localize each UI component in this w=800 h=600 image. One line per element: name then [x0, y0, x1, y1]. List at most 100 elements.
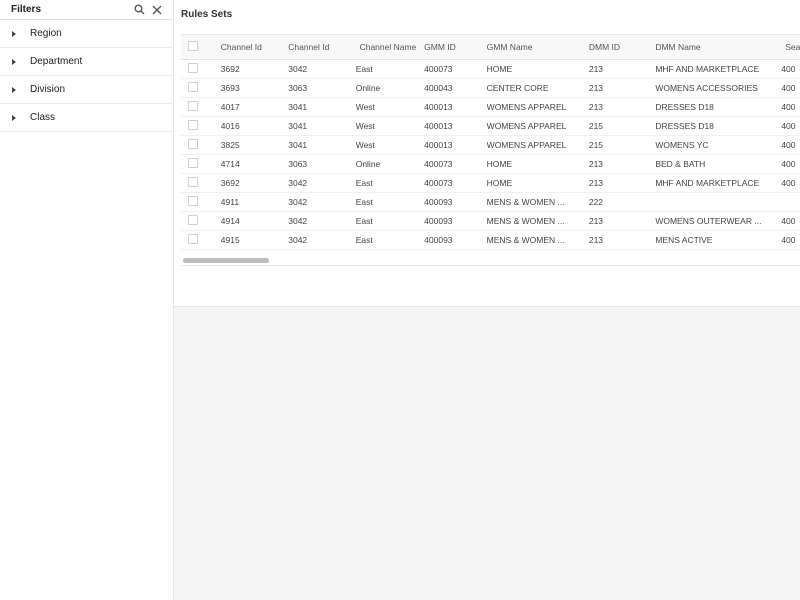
cell-gmm-name: HOME: [486, 159, 513, 169]
cell-channel-id-2: 3063: [288, 83, 308, 93]
cell-gmm-name: MENS & WOMEN ...: [486, 235, 565, 245]
cell-channel-name: West: [355, 102, 375, 112]
main-area: Rules Sets Channel Id Channel Id Channel…: [174, 0, 800, 600]
row-select-cell: [181, 63, 221, 75]
cell-channel-name: East: [355, 64, 373, 74]
cell-gmm-name: WOMENS APPAREL: [486, 102, 567, 112]
cell-gmm-name: MENS & WOMEN ...: [486, 216, 565, 226]
row-select-cell: [181, 158, 221, 170]
cell-season-budget: 400: [781, 102, 796, 112]
cell-channel-id-2: 3063: [288, 159, 308, 169]
col-header-channel-id[interactable]: Channel Id: [221, 42, 288, 52]
select-all-checkbox[interactable]: [188, 41, 198, 51]
cell-season-budget: 400: [781, 140, 796, 150]
table-row[interactable]: 3692 3042 East 400073 HOME 213 MHF AND MARKETP…: [181, 60, 800, 79]
cell-dmm-id: 213: [588, 178, 604, 188]
row-checkbox[interactable]: [188, 82, 198, 92]
cell-gmm-id: 400013: [424, 140, 453, 150]
cell-dmm-id: 213: [588, 83, 604, 93]
filter-label: Region: [30, 28, 62, 39]
cell-channel-id: 4016: [220, 121, 240, 131]
row-checkbox[interactable]: [188, 234, 198, 244]
cell-channel-id-2: 3042: [288, 64, 308, 74]
cell-channel-id: 4915: [220, 235, 240, 245]
cell-channel-id-2: 3042: [288, 178, 308, 188]
col-header-dmm-id[interactable]: DMM ID: [589, 42, 655, 52]
cell-channel-id: 3825: [220, 140, 240, 150]
table-row[interactable]: 4016 3041 West 400013 WOMENS APPAREL 215 DRESS…: [181, 117, 800, 136]
table-row[interactable]: 3693 3063 Online 400043 CENTER CORE 213 WOMENS…: [181, 79, 800, 98]
cell-season-budget: 400: [781, 83, 796, 93]
cell-dmm-name: MENS ACTIVE: [655, 235, 713, 245]
table-row[interactable]: 4915 3042 East 400093 MENS & WOMEN ... 213 MEN…: [181, 231, 800, 250]
cell-dmm-id: 215: [588, 121, 604, 131]
col-header-gmm-name[interactable]: GMM Name: [487, 42, 589, 52]
cell-channel-id: 4911: [220, 197, 240, 207]
cell-channel-id-2: 3042: [288, 197, 308, 207]
filters-title: Filters: [11, 4, 42, 15]
col-header-dmm-name[interactable]: DMM Name: [655, 42, 781, 52]
filter-item-division[interactable]: Division: [0, 76, 173, 104]
row-select-cell: [181, 82, 221, 94]
search-icon[interactable]: [133, 4, 145, 16]
row-checkbox[interactable]: [188, 120, 198, 130]
row-checkbox[interactable]: [188, 101, 198, 111]
row-checkbox[interactable]: [188, 196, 198, 206]
cell-gmm-id: 400013: [424, 121, 453, 131]
col-header-season-budget[interactable]: Sea Bu: [781, 43, 800, 51]
col-header-channel-id-2[interactable]: Channel Id: [288, 42, 355, 52]
cell-gmm-name: MENS & WOMEN ...: [486, 197, 565, 207]
filter-label: Division: [30, 84, 66, 95]
cell-channel-id: 3692: [220, 178, 240, 188]
cell-channel-id-2: 3041: [288, 102, 308, 112]
filter-item-region[interactable]: Region: [0, 20, 173, 48]
table-row[interactable]: 3692 3042 East 400073 HOME 213 MHF AND MARKETP…: [181, 174, 800, 193]
cell-channel-name: West: [355, 121, 375, 131]
select-all-cell: [181, 41, 221, 53]
table-row[interactable]: 4714 3063 Online 400073 HOME 213 BED & BATH 400: [181, 155, 800, 174]
row-checkbox[interactable]: [188, 158, 198, 168]
filter-item-class[interactable]: Class: [0, 104, 173, 132]
cell-channel-name: Online: [355, 159, 381, 169]
filter-item-department[interactable]: Department: [0, 48, 173, 76]
row-select-cell: [181, 215, 221, 227]
cell-dmm-id: 213: [588, 216, 604, 226]
cell-season-budget: 400: [781, 178, 796, 188]
filter-label: Department: [30, 56, 83, 67]
cell-channel-name: East: [355, 178, 373, 188]
cell-channel-name: East: [355, 235, 373, 245]
cell-channel-name: East: [355, 197, 373, 207]
rules-sets-panel: Rules Sets Channel Id Channel Id Channel…: [174, 0, 800, 307]
cell-dmm-name: DRESSES D18: [655, 121, 714, 131]
cell-season-budget: 400: [781, 235, 796, 245]
table-row[interactable]: 4017 3041 West 400013 WOMENS APPAREL 213 DRESS…: [181, 98, 800, 117]
cell-gmm-id: 400093: [424, 197, 453, 207]
col-header-channel-name[interactable]: Channel Name: [356, 43, 424, 51]
cell-dmm-name: DRESSES D18: [655, 102, 714, 112]
cell-gmm-name: WOMENS APPAREL: [486, 140, 567, 150]
row-checkbox[interactable]: [188, 177, 198, 187]
row-checkbox[interactable]: [188, 139, 198, 149]
table-row[interactable]: 4914 3042 East 400093 MENS & WOMEN ... 213 WOM…: [181, 212, 800, 231]
cell-gmm-id: 400093: [424, 235, 453, 245]
cell-dmm-name: WOMENS ACCESSORIES: [655, 83, 758, 93]
cell-gmm-id: 400073: [424, 159, 453, 169]
horizontal-scrollbar[interactable]: [183, 258, 269, 263]
filter-label: Class: [30, 112, 56, 123]
row-select-cell: [181, 120, 221, 132]
cell-channel-id: 4017: [220, 102, 240, 112]
cell-channel-name: West: [355, 140, 375, 150]
row-select-cell: [181, 139, 221, 151]
row-checkbox[interactable]: [188, 63, 198, 73]
caret-right-icon: [12, 58, 16, 65]
cell-channel-id-2: 3041: [288, 140, 308, 150]
row-checkbox[interactable]: [188, 215, 198, 225]
table-row[interactable]: 4911 3042 East 400093 MENS & WOMEN ... 222: [181, 193, 800, 212]
col-header-gmm-id[interactable]: GMM ID: [424, 42, 487, 52]
table-row[interactable]: 3825 3041 West 400013 WOMENS APPAREL 215 WOMEN…: [181, 136, 800, 155]
close-icon[interactable]: [151, 4, 163, 16]
cell-channel-name: Online: [355, 83, 381, 93]
cell-gmm-name: HOME: [486, 178, 513, 188]
row-select-cell: [181, 234, 221, 246]
rules-grid: Channel Id Channel Id Channel Name GMM I…: [181, 34, 800, 266]
